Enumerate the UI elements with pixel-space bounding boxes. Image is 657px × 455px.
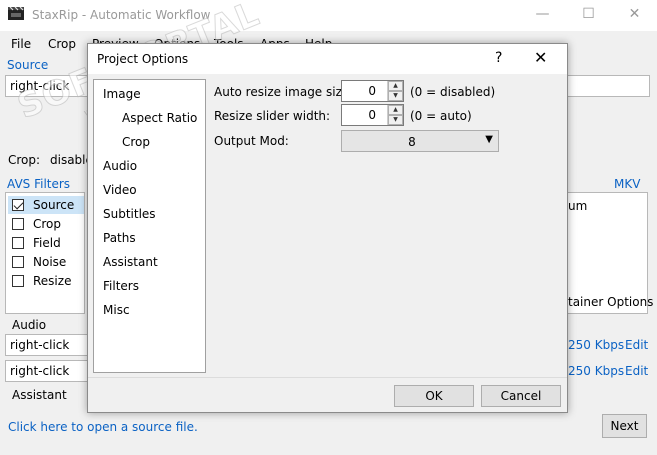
container-options-link[interactable]: tainer Options xyxy=(568,295,653,309)
minimize-button[interactable]: — xyxy=(520,0,565,31)
filter-row-source[interactable]: Source xyxy=(8,196,84,214)
nav-item-crop[interactable]: Crop xyxy=(122,135,150,149)
output-mod-value: 8 xyxy=(408,135,416,149)
slider-width-hint: (0 = auto) xyxy=(410,109,472,123)
app-icon xyxy=(8,6,24,21)
source-field-text: right-click xyxy=(10,79,70,93)
filter-label: Source xyxy=(33,198,75,212)
slider-width-label: Resize slider width: xyxy=(214,109,331,123)
audio-edit-1-link[interactable]: Edit xyxy=(625,338,648,352)
dialog-title: Project Options xyxy=(97,52,189,66)
filter-checkbox[interactable] xyxy=(12,199,24,211)
window-title: StaxRip - Automatic Workflow xyxy=(32,8,211,22)
spin-up-icon[interactable]: ▲ xyxy=(388,105,403,115)
filter-checkbox[interactable] xyxy=(12,256,24,268)
filter-label: Field xyxy=(33,236,61,250)
auto-resize-value: 0 xyxy=(368,84,376,98)
chevron-down-icon: ▼ xyxy=(485,134,493,145)
assistant-message-link[interactable]: Click here to open a source file. xyxy=(8,420,198,434)
container-panel: um tainer Options xyxy=(568,192,653,314)
assistant-label: Assistant xyxy=(12,388,67,402)
auto-resize-spinner[interactable]: ▲ ▼ xyxy=(387,81,403,101)
nav-item-paths[interactable]: Paths xyxy=(103,231,136,245)
cancel-button[interactable]: Cancel xyxy=(481,385,561,407)
ok-button[interactable]: OK xyxy=(394,385,474,407)
output-mod-select[interactable]: 8 ▼ xyxy=(341,130,499,152)
source-label[interactable]: Source xyxy=(7,58,48,72)
next-button[interactable]: Next xyxy=(602,414,647,438)
audio-track-1-field[interactable]: right-click xyxy=(5,334,90,356)
avs-filter-list[interactable]: Source Crop Field Noise Resize xyxy=(5,192,85,314)
nav-item-video[interactable]: Video xyxy=(103,183,137,197)
filter-checkbox[interactable] xyxy=(12,275,24,287)
filter-checkbox[interactable] xyxy=(12,218,24,230)
auto-resize-label: Auto resize image size: xyxy=(214,85,354,99)
audio-track-1-text: right-click xyxy=(10,338,70,352)
audio-track-2-field[interactable]: right-click xyxy=(5,360,90,382)
filter-label: Crop xyxy=(33,217,62,231)
crop-label: Crop: xyxy=(8,153,41,167)
nav-item-assistant[interactable]: Assistant xyxy=(103,255,158,269)
audio-label: Audio xyxy=(12,318,47,332)
maximize-button[interactable]: ☐ xyxy=(566,0,611,31)
menu-file[interactable]: File xyxy=(11,37,31,51)
title-bar: StaxRip - Automatic Workflow — ☐ ✕ xyxy=(0,0,657,31)
audio-edit-2-link[interactable]: Edit xyxy=(625,364,648,378)
container-panel-text: um xyxy=(568,199,588,213)
audio-bitrate-1[interactable]: 250 Kbps xyxy=(568,338,624,352)
spin-down-icon[interactable]: ▼ xyxy=(388,91,403,101)
audio-track-2-text: right-click xyxy=(10,364,70,378)
filter-checkbox[interactable] xyxy=(12,237,24,249)
nav-item-image[interactable]: Image xyxy=(103,87,141,101)
spin-down-icon[interactable]: ▼ xyxy=(388,115,403,125)
dialog-title-bar: Project Options ? ✕ xyxy=(88,44,567,74)
slider-width-input[interactable]: 0 ▲ ▼ xyxy=(341,104,404,126)
auto-resize-input[interactable]: 0 ▲ ▼ xyxy=(341,80,404,102)
nav-item-aspect-ratio[interactable]: Aspect Ratio xyxy=(122,111,197,125)
slider-width-spinner[interactable]: ▲ ▼ xyxy=(387,105,403,125)
project-options-dialog: Project Options ? ✕ Image Aspect Ratio C… xyxy=(87,43,568,413)
output-mod-label: Output Mod: xyxy=(214,134,289,148)
menu-crop[interactable]: Crop xyxy=(48,37,76,51)
dialog-footer: OK Cancel xyxy=(88,377,567,412)
avs-filters-label[interactable]: AVS Filters xyxy=(7,177,70,191)
audio-bitrate-2[interactable]: 250 Kbps xyxy=(568,364,624,378)
filter-label: Resize xyxy=(33,274,72,288)
help-button[interactable]: ? xyxy=(495,50,502,66)
nav-item-filters[interactable]: Filters xyxy=(103,279,139,293)
close-window-button[interactable]: ✕ xyxy=(612,0,657,31)
auto-resize-hint: (0 = disabled) xyxy=(410,85,496,99)
slider-width-value: 0 xyxy=(368,108,376,122)
options-nav-tree[interactable]: Image Aspect Ratio Crop Audio Video Subt… xyxy=(93,79,206,373)
nav-item-audio[interactable]: Audio xyxy=(103,159,137,173)
spin-up-icon[interactable]: ▲ xyxy=(388,81,403,91)
dialog-close-button[interactable]: ✕ xyxy=(534,48,547,67)
filter-label: Noise xyxy=(33,255,67,269)
nav-item-subtitles[interactable]: Subtitles xyxy=(103,207,156,221)
nav-item-misc[interactable]: Misc xyxy=(103,303,130,317)
mkv-label[interactable]: MKV xyxy=(614,177,640,191)
